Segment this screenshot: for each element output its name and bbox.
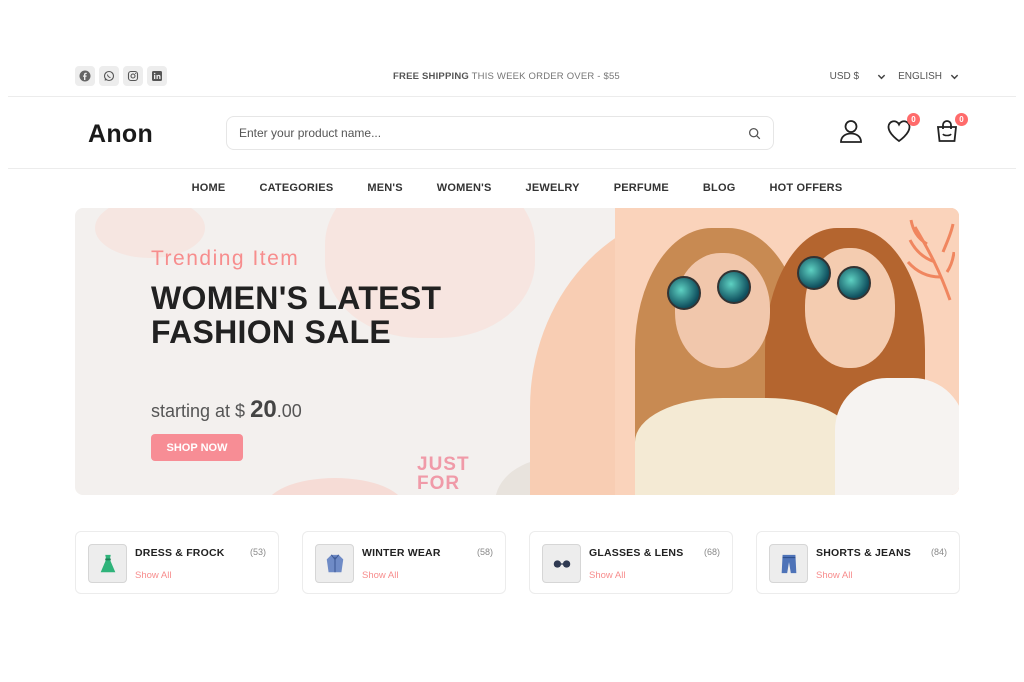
- search-input[interactable]: [239, 126, 748, 140]
- account-button[interactable]: [838, 118, 864, 146]
- social-links: [75, 66, 167, 86]
- coat-icon: [326, 553, 343, 572]
- sticker-line: FOR: [417, 473, 461, 494]
- jeans-icon: [781, 554, 796, 573]
- nav-mens[interactable]: MEN'S: [367, 182, 402, 194]
- category-count: (58): [476, 547, 493, 557]
- price-prefix: starting at $: [151, 401, 251, 421]
- hero-banner: Trending Item WOMEN'S LATEST FASHION SAL…: [75, 208, 959, 495]
- category-count: (53): [249, 547, 266, 557]
- show-all-link[interactable]: Show All: [589, 570, 625, 581]
- nav-divider: [8, 168, 1016, 169]
- facebook-icon[interactable]: [75, 66, 95, 86]
- shipping-notice: FREE SHIPPING THIS WEEK ORDER OVER - $55: [393, 71, 620, 82]
- model-shirt: [835, 378, 959, 495]
- leaf-decoration: [906, 219, 955, 301]
- sticker-line: JUST: [417, 454, 470, 475]
- decor-shape: [265, 478, 405, 495]
- just-for-you-sticker: JUST FOR: [417, 455, 470, 493]
- sunglasses-lens: [837, 266, 871, 300]
- category-image: [315, 544, 354, 583]
- banner-title: WOMEN'S LATEST FASHION SALE: [151, 280, 442, 350]
- search-icon[interactable]: [748, 127, 761, 140]
- category-image: [769, 544, 808, 583]
- shop-now-button[interactable]: SHOP NOW: [151, 434, 243, 461]
- category-name: WINTER WEAR: [362, 547, 441, 559]
- linkedin-icon[interactable]: [147, 66, 167, 86]
- category-count: (84): [930, 547, 947, 557]
- category-card[interactable]: WINTER WEAR (58) Show All: [302, 531, 506, 594]
- category-image: [542, 544, 581, 583]
- show-all-link[interactable]: Show All: [135, 570, 171, 581]
- price-whole: 20: [250, 396, 277, 423]
- category-name: SHORTS & JEANS: [816, 547, 911, 559]
- shipping-highlight: FREE SHIPPING: [393, 70, 469, 82]
- nav-womens[interactable]: WOMEN'S: [437, 182, 492, 194]
- nav-blog[interactable]: BLOG: [703, 182, 736, 194]
- search-bar: [226, 116, 774, 150]
- dress-icon: [100, 554, 115, 572]
- user-icon: [840, 120, 862, 143]
- wishlist-count-badge: 0: [907, 113, 920, 126]
- language-select[interactable]: ENGLISH: [898, 71, 959, 82]
- top-bar: FREE SHIPPING THIS WEEK ORDER OVER - $55…: [75, 64, 959, 88]
- banner-subtitle: Trending Item: [151, 247, 300, 270]
- nav-categories[interactable]: CATEGORIES: [259, 182, 333, 194]
- cart-count-badge: 0: [955, 113, 968, 126]
- category-image: [88, 544, 127, 583]
- category-list: DRESS & FROCK (53) Show All WINTER WEAR …: [75, 531, 960, 594]
- category-name: DRESS & FROCK: [135, 547, 225, 559]
- sunglasses-lens: [667, 276, 701, 310]
- nav-jewelry[interactable]: JEWELRY: [526, 182, 580, 194]
- model-face: [675, 253, 770, 368]
- model-shirt: [635, 398, 855, 495]
- chevron-down-icon: [877, 74, 886, 79]
- whatsapp-icon[interactable]: [99, 66, 119, 86]
- show-all-link[interactable]: Show All: [362, 570, 398, 581]
- category-card[interactable]: GLASSES & LENS (68) Show All: [529, 531, 733, 594]
- sunglasses-lens: [717, 270, 751, 304]
- category-name: GLASSES & LENS: [589, 547, 684, 559]
- banner-price: starting at $ 20.00: [151, 396, 302, 424]
- price-cents: .00: [276, 401, 302, 421]
- currency-label: USD $: [829, 70, 860, 82]
- site-logo[interactable]: Anon: [88, 120, 153, 149]
- chevron-down-icon: [950, 74, 959, 79]
- nav-home[interactable]: HOME: [192, 182, 226, 194]
- currency-select[interactable]: USD $: [830, 71, 886, 82]
- locale-selectors: USD $ ENGLISH: [830, 71, 959, 82]
- language-label: ENGLISH: [898, 70, 942, 82]
- category-card[interactable]: DRESS & FROCK (53) Show All: [75, 531, 279, 594]
- category-card[interactable]: SHORTS & JEANS (84) Show All: [756, 531, 960, 594]
- glasses-icon: [553, 559, 570, 568]
- main-nav: HOME CATEGORIES MEN'S WOMEN'S JEWELRY PE…: [0, 182, 1024, 194]
- nav-hot-offers[interactable]: HOT OFFERS: [769, 182, 842, 194]
- category-count: (68): [703, 547, 720, 557]
- wishlist-button[interactable]: 0: [886, 113, 920, 146]
- header-actions: 0 0: [838, 113, 968, 146]
- show-all-link[interactable]: Show All: [816, 570, 852, 581]
- header-divider: [8, 96, 1016, 97]
- cart-button[interactable]: 0: [934, 113, 968, 146]
- shipping-text: THIS WEEK ORDER OVER - $55: [468, 70, 620, 82]
- sunglasses-lens: [797, 256, 831, 290]
- instagram-icon[interactable]: [123, 66, 143, 86]
- nav-perfume[interactable]: PERFUME: [614, 182, 669, 194]
